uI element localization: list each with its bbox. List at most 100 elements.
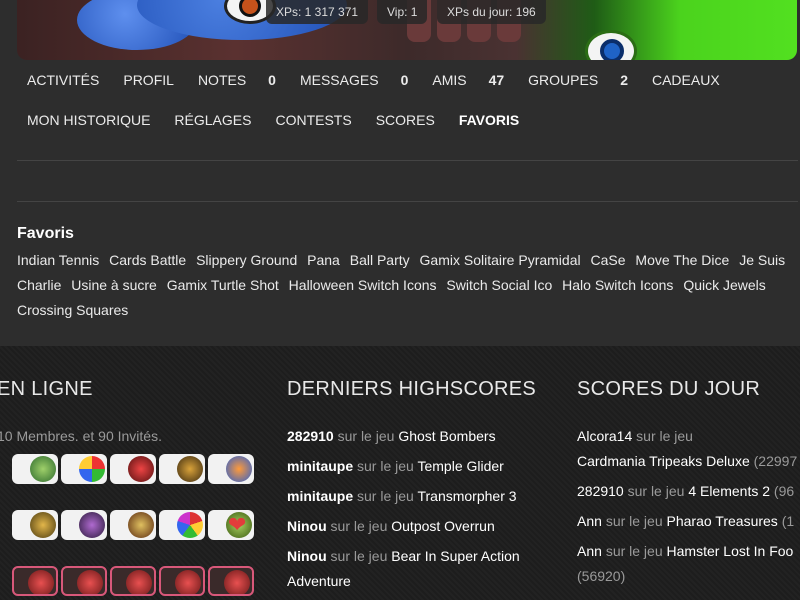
favorite-game-link[interactable]: Gamix Turtle Shot [167,277,279,293]
amis-count: 47 [488,72,505,88]
daily-user-link[interactable]: 282910 [577,483,624,499]
messages-count: 0 [400,72,409,88]
daily-points: (22997 [753,453,798,469]
highscore-entry: 282910 sur le jeu Ghost Bombers [287,424,496,449]
profile-panel: XPs: 1 317 371 Vip: 1 XPs du jour: 196 A… [0,0,800,346]
favorite-game-link[interactable]: Usine à sucre [71,277,157,293]
highscore-game-link[interactable]: Adventure [287,573,351,589]
online-user-avatar[interactable] [159,566,205,596]
daily-game-link[interactable]: Hamster Lost In Foo [667,543,794,559]
favorite-game-link[interactable]: Switch Social Ico [446,277,552,293]
highscore-game-link[interactable]: Temple Glider [417,458,503,474]
online-user-avatar[interactable] [208,454,254,484]
vip-badge: Vip: 1 [377,0,428,24]
highscore-entry: minitaupe sur le jeu Temple Glider [287,454,504,479]
favorite-game-link[interactable]: Ball Party [350,252,410,268]
connector-text: sur le jeu [330,548,388,564]
tab-reglages[interactable]: RÉGLAGES [174,111,251,129]
online-user-avatar[interactable] [12,454,58,484]
tab-favoris[interactable]: FAVORIS [459,111,519,129]
connector-text: sur le jeu [337,428,395,444]
daily-score-entry: Ann sur le jeu Pharao Treasures (1 [577,509,794,534]
banner-eye-icon [585,30,637,60]
favorite-game-link[interactable]: Pana [307,252,340,268]
online-user-avatar[interactable] [61,510,107,540]
tab-cadeaux[interactable]: CADEAUX [652,71,720,89]
online-user-avatar[interactable] [12,566,58,596]
connector-text: sur le jeu [627,483,685,499]
favorite-game-link[interactable]: Cards Battle [109,252,186,268]
heart-icon: ❤ [228,512,247,537]
xp-total-badge: XPs: 1 317 371 [266,0,369,24]
tab-groupes[interactable]: GROUPES 2 [528,71,628,89]
xp-today-badge: XPs du jour: 196 [437,0,546,24]
daily-user-link[interactable]: Alcora14 [577,428,632,444]
divider [17,201,798,202]
highscore-entry: Ninou sur le jeu Outpost Overrun [287,514,495,539]
tab-amis[interactable]: AMIS 47 [432,71,504,89]
tab-profil[interactable]: PROFIL [123,71,174,89]
favorite-game-link[interactable]: Gamix Solitaire Pyramidal [420,252,581,268]
daily-score-entry: 282910 sur le jeu 4 Elements 2 (96 [577,479,794,504]
favorite-game-link[interactable]: Indian Tennis [17,252,99,268]
highscores-title: DERNIERS HIGHSCORES [287,378,537,400]
highscore-user-link[interactable]: 282910 [287,428,334,444]
highscore-game-link[interactable]: Bear In Super Action [391,548,519,564]
online-user-avatar[interactable] [159,510,205,540]
online-user-avatar[interactable] [12,510,58,540]
highscore-game-link[interactable]: Transmorpher 3 [417,488,516,504]
favorite-game-link[interactable]: Slippery Ground [196,252,297,268]
highscore-game-link[interactable]: Ghost Bombers [398,428,495,444]
tab-messages[interactable]: MESSAGES 0 [300,71,408,89]
favorite-game-link[interactable]: Halo Switch Icons [562,277,673,293]
daily-score-entry-continued: Cardmania Tripeaks Deluxe (22997 [577,449,797,474]
daily-points: (96 [773,483,795,499]
tab-scores[interactable]: SCORES [376,111,435,129]
favorites-list: Indian Tennis Cards Battle Slippery Grou… [17,248,787,323]
highscore-user-link[interactable]: minitaupe [287,488,353,504]
online-user-avatar[interactable] [110,454,156,484]
online-user-avatar[interactable] [110,566,156,596]
daily-score-entry-continued: (56920) [577,564,625,589]
connector-text: sur le jeu [636,428,693,444]
highscore-user-link[interactable]: Ninou [287,548,327,564]
profile-nav-row-2: MON HISTORIQUE RÉGLAGES CONTESTS SCORES … [17,111,797,129]
daily-score-entry: Alcora14 sur le jeu [577,424,693,449]
daily-points: (56920) [577,568,626,584]
tab-mon-historique[interactable]: MON HISTORIQUE [27,111,150,129]
profile-nav-row-1: ACTIVITÉS PROFIL NOTES 0 MESSAGES 0 AMIS 47… [17,71,797,89]
favorite-game-link[interactable]: Quick Jewels [683,277,765,293]
daily-user-link[interactable]: Ann [577,543,602,559]
daily-game-link[interactable]: Cardmania Tripeaks Deluxe [577,453,750,469]
tab-notes[interactable]: NOTES 0 [198,71,276,89]
online-user-avatar[interactable] [110,510,156,540]
daily-score-entry: Ann sur le jeu Hamster Lost In Foo [577,539,793,564]
highscore-entry-continued: Adventure [287,569,351,594]
daily-scores-title: SCORES DU JOUR [577,378,761,400]
online-user-avatar[interactable] [159,454,205,484]
tab-activites[interactable]: ACTIVITÉS [27,71,99,89]
connector-text: sur le jeu [330,518,388,534]
highscore-game-link[interactable]: Outpost Overrun [391,518,495,534]
favorite-game-link[interactable]: CaSe [591,252,626,268]
online-title: EN LIGNE [0,378,93,400]
daily-game-link[interactable]: Pharao Treasures [667,513,778,529]
tab-contests[interactable]: CONTESTS [275,111,351,129]
favorite-game-link[interactable]: Move The Dice [635,252,729,268]
online-count: 10 Membres. et 90 Invités. [0,428,162,444]
connector-text: sur le jeu [357,488,414,504]
online-user-avatar[interactable] [208,566,254,596]
daily-game-link[interactable]: 4 Elements 2 [688,483,770,499]
footer-widgets: EN LIGNE 10 Membres. et 90 Invités. ❤ DE… [0,346,800,600]
online-user-avatar[interactable] [61,566,107,596]
highscore-user-link[interactable]: Ninou [287,518,327,534]
daily-user-link[interactable]: Ann [577,513,602,529]
divider [17,160,798,161]
highscore-entry: Ninou sur le jeu Bear In Super Action [287,544,520,569]
highscore-user-link[interactable]: minitaupe [287,458,353,474]
favorite-game-link[interactable]: Crossing Squares [17,302,128,318]
connector-text: sur le jeu [605,513,663,529]
notes-count: 0 [268,72,276,88]
favorite-game-link[interactable]: Halloween Switch Icons [289,277,437,293]
online-user-avatar[interactable] [61,454,107,484]
